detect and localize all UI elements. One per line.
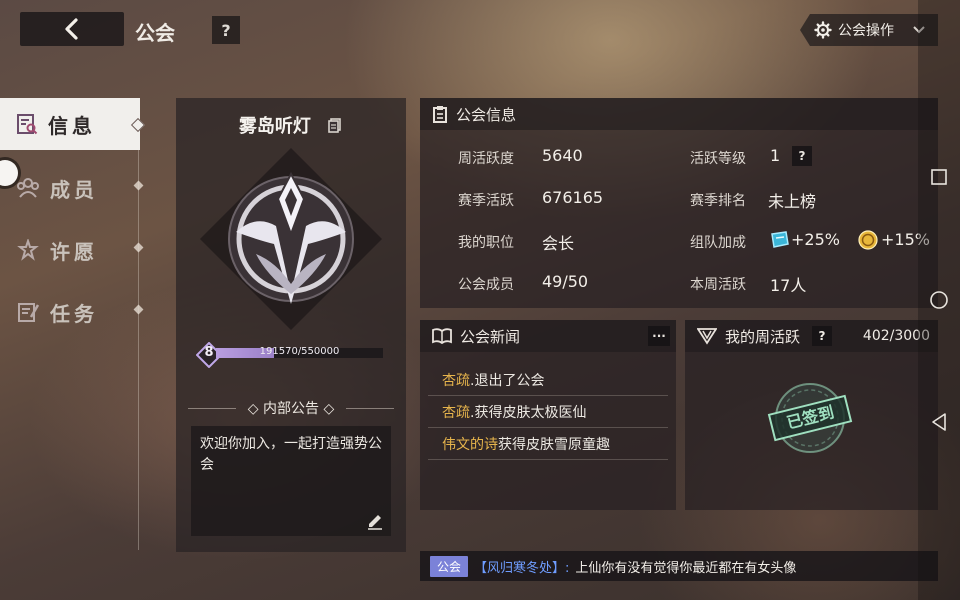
season-rank-label: 赛季排名 [690, 193, 746, 209]
copy-icon[interactable] [327, 117, 343, 133]
sidebar-item-label: 成员 [50, 177, 98, 202]
sidebar-item-members[interactable]: 成员 [0, 162, 140, 214]
news-text: .退出了公会 [470, 372, 545, 389]
weekly-activity-title: 我的周活跃 [725, 327, 801, 346]
chat-message: 上仙你有没有觉得你最近都在有女头像 [575, 560, 797, 576]
news-more-button[interactable]: ··· [648, 326, 670, 346]
members-icon [17, 178, 39, 198]
sidebar-item-info[interactable]: 信息 [0, 98, 140, 150]
activity-level-label: 活跃等级 [690, 151, 746, 167]
news-player-name[interactable]: 杏疏 [442, 370, 470, 390]
edit-icon[interactable] [365, 510, 385, 530]
team-bonus-label: 组队加成 [690, 235, 746, 251]
notice-box: 欢迎你加入，一起打造强势公会 [191, 426, 391, 536]
news-player-name[interactable]: 杏疏 [442, 402, 470, 422]
news-text: 获得皮肤雪原童趣 [498, 436, 610, 453]
sidebar-item-label: 信息 [48, 113, 96, 138]
activity-level-help-button[interactable]: ? [792, 146, 812, 166]
guild-name-text: 雾岛听灯 [238, 116, 311, 137]
recent-apps-icon[interactable] [930, 168, 948, 186]
system-nav-bar [918, 0, 960, 600]
book-icon [432, 328, 452, 344]
guild-xp-text: 191570/550000 [259, 346, 340, 357]
notice-text: 欢迎你加入，一起打造强势公会 [200, 436, 382, 473]
position-label: 我的职位 [458, 235, 514, 251]
help-button[interactable]: ? [212, 16, 240, 44]
guild-info-title: 公会信息 [456, 105, 517, 124]
guild-emblem-icon [200, 148, 382, 330]
season-rank-value: 未上榜 [768, 192, 817, 211]
position-value: 会长 [542, 234, 575, 253]
gear-icon [814, 21, 832, 39]
page-title: 公会 [135, 21, 175, 45]
info-doc-icon [17, 114, 38, 135]
weekly-activity-panel: 我的周活跃 ? 402/3000 已签到 [685, 320, 938, 510]
team-bonus-1-value: +25% [791, 230, 840, 249]
guild-news-panel: 公会新闻 ··· 杏疏 .退出了公会 杏疏 .获得皮肤太极医仙 伟文的诗 获得皮肤雪原… [420, 320, 676, 510]
season-activity-value: 676165 [542, 188, 604, 207]
guild-info-panel: 公会信息 周活跃度 5640 赛季活跃 676165 我的职位 会长 公会成员 … [420, 98, 938, 308]
chat-sender: 【风归寒冬处】: [474, 560, 570, 576]
gold-coin-icon [858, 230, 878, 250]
guild-info-header: 公会信息 [420, 98, 938, 130]
weekly-active-label: 本周活跃 [690, 277, 746, 293]
sidebar-item-tasks[interactable]: 任务 [0, 286, 140, 338]
news-item: 杏疏 .获得皮肤太极医仙 [428, 396, 668, 428]
diamond-ticket-icon [771, 231, 789, 248]
sidebar-item-label: 任务 [50, 301, 98, 326]
news-text: .获得皮肤太极医仙 [470, 404, 587, 421]
home-icon[interactable] [929, 290, 949, 310]
notice-title: ◇ 内部公告 ◇ [247, 401, 335, 417]
weekly-activity-label: 周活跃度 [458, 151, 514, 167]
season-activity-label: 赛季活跃 [458, 193, 514, 209]
back-button[interactable] [20, 12, 124, 46]
activity-v-icon [697, 328, 717, 345]
members-label: 公会成员 [458, 277, 514, 293]
chat-ticker[interactable]: 公会 【风归寒冬处】: 上仙你有没有觉得你最近都在有女头像 [420, 551, 938, 581]
guild-card: 雾岛听灯 8 191570/550000 ◇ 内部公告 ◇ 欢迎你加入，一起打造… [176, 98, 406, 552]
guild-news-header: 公会新闻 [420, 320, 676, 352]
news-item: 伟文的诗 获得皮肤雪原童趣 [428, 428, 668, 460]
task-icon [18, 303, 40, 322]
weekly-help-button[interactable]: ? [812, 326, 833, 346]
wish-icon [17, 239, 39, 261]
sidebar-item-wish[interactable]: 许愿 [0, 224, 140, 276]
guild-operations-label: 公会操作 [838, 23, 894, 39]
members-value: 49/50 [542, 272, 589, 291]
back-arrow-icon [65, 18, 78, 40]
back-triangle-icon[interactable] [930, 412, 948, 432]
guild-news-title: 公会新闻 [460, 327, 521, 346]
weekly-activity-value: 5640 [542, 146, 583, 165]
clipboard-icon [433, 106, 447, 123]
activity-level-value: 1 [770, 146, 781, 165]
chat-channel-badge: 公会 [430, 555, 469, 577]
news-player-name[interactable]: 伟文的诗 [442, 434, 498, 454]
notice-title-text: 内部公告 [263, 401, 319, 417]
news-item: 杏疏 .退出了公会 [428, 364, 668, 396]
weekly-active-value: 17人 [770, 276, 807, 295]
sidebar-item-label: 许愿 [50, 239, 98, 264]
guild-name: 雾岛听灯 [176, 112, 406, 138]
